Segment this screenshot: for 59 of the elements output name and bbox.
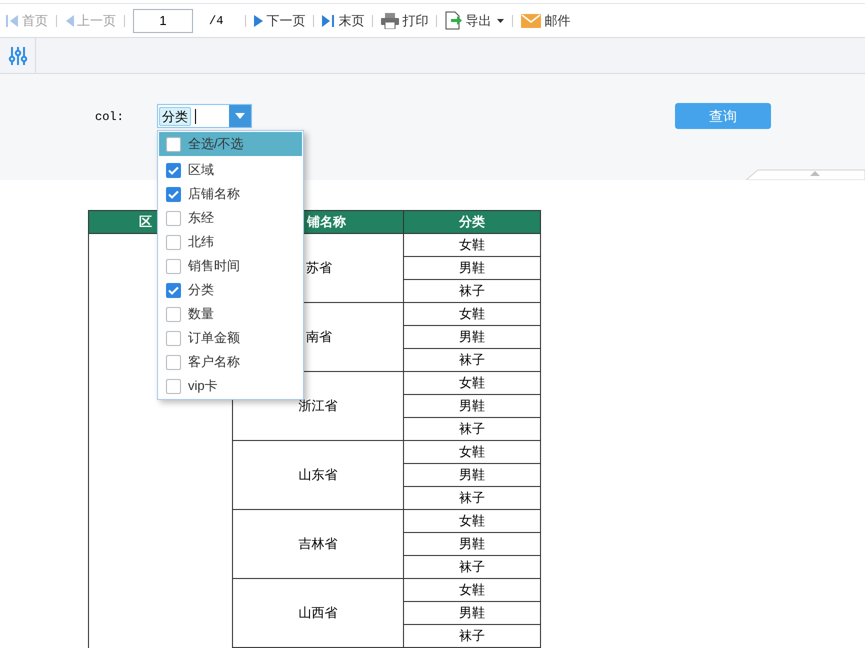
table-cell: 女鞋 [404, 510, 540, 532]
table-cell: 男鞋 [404, 464, 540, 486]
table-cell: 袜子 [404, 556, 540, 578]
option-item[interactable]: 店铺名称 [159, 182, 302, 206]
param-label: col: [95, 109, 124, 126]
checkbox[interactable] [166, 330, 181, 346]
dropdown-button[interactable] [229, 105, 251, 127]
checkbox[interactable] [166, 354, 181, 370]
page-field[interactable]: 1 [133, 8, 193, 32]
table-cell: 女鞋 [404, 372, 540, 394]
selected-tag[interactable]: 分类 [159, 106, 191, 126]
checkbox[interactable] [166, 258, 181, 274]
export-icon [445, 11, 462, 30]
table-cell: 袜子 [404, 486, 540, 510]
table-cell: 男鞋 [404, 256, 540, 280]
checkbox[interactable] [166, 378, 181, 394]
table-cell: 山西省 [232, 578, 404, 648]
checkbox[interactable] [166, 136, 181, 152]
option-item[interactable]: 区域 [159, 158, 302, 182]
checkbox[interactable] [166, 306, 181, 322]
table-cell: 女鞋 [404, 234, 540, 256]
next-icon [254, 14, 264, 28]
column-header: 分类 [404, 210, 540, 234]
table-cell: 吉林省 [232, 510, 404, 578]
next-button[interactable]: 下一页 [254, 10, 306, 30]
column-combo[interactable]: 分类 [157, 104, 252, 128]
caret-icon [497, 18, 504, 22]
table-cell: 袜子 [404, 624, 540, 648]
sliders-icon [8, 46, 28, 66]
option-item[interactable]: 全选/不选 [159, 132, 302, 156]
table-cell: 女鞋 [404, 578, 540, 602]
last-button[interactable]: 末页 [322, 10, 364, 30]
table-cell: 女鞋 [404, 302, 540, 326]
caret-icon [235, 113, 245, 119]
checkbox[interactable] [166, 234, 181, 250]
first-page-icon [6, 14, 19, 28]
page-total: /4 [209, 12, 224, 30]
table-cell: 男鞋 [404, 532, 540, 556]
checkbox[interactable] [166, 210, 181, 226]
table-cell: 袜子 [404, 280, 540, 302]
table-cell: 袜子 [404, 348, 540, 372]
table-cell: 男鞋 [404, 602, 540, 624]
previous-icon [65, 14, 74, 28]
collapse-tab[interactable] [746, 169, 865, 180]
print-button[interactable]: 打印 [381, 10, 428, 30]
envelope-icon [521, 14, 542, 28]
text-cursor [195, 108, 196, 124]
mail-button[interactable]: 邮件 [521, 10, 570, 30]
checkbox[interactable] [166, 282, 181, 298]
export-button[interactable]: 导出 [445, 10, 504, 30]
table-cell: 女鞋 [404, 440, 540, 464]
checkbox[interactable] [166, 186, 181, 202]
table-cell: 山东省 [232, 440, 404, 510]
table-cell: 男鞋 [404, 326, 540, 348]
table-cell: 男鞋 [404, 394, 540, 418]
checkbox[interactable] [166, 162, 181, 178]
table-cell: 袜子 [404, 418, 540, 440]
printer-icon [381, 12, 400, 28]
last-page-icon [322, 14, 336, 28]
